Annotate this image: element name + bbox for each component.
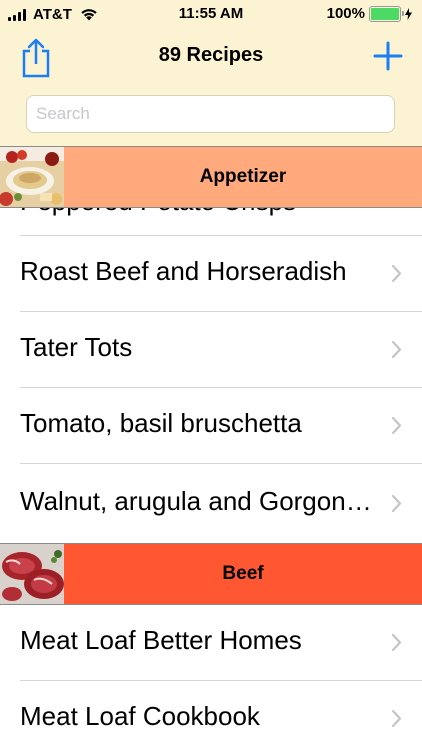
beef-photo <box>0 544 64 604</box>
navigation-bar: 89 Recipes <box>0 30 422 85</box>
chevron-right-icon <box>391 340 402 359</box>
search-bar <box>0 85 422 147</box>
section-header-beef: Beef <box>0 543 422 605</box>
add-recipe-button[interactable] <box>372 40 404 72</box>
charging-bolt-icon <box>405 7 412 20</box>
battery-level-fill <box>371 7 399 20</box>
recipe-title: Meat Loaf Cookbook <box>20 701 260 731</box>
recipe-title: Tater Tots <box>20 332 133 362</box>
battery-icon <box>369 5 404 22</box>
list-item[interactable]: Walnut, arugula and Gorgonzola <box>0 464 422 543</box>
recipe-title: Walnut, arugula and Gorgonzola <box>20 486 372 516</box>
chevron-right-icon <box>391 494 402 513</box>
list-item[interactable]: Tater Tots <box>0 312 422 388</box>
recipe-title: Peppered Potato Crisps <box>20 208 296 217</box>
plus-icon <box>373 41 403 71</box>
battery-percent: 100% <box>326 5 365 22</box>
page-title: 89 Recipes <box>158 44 264 66</box>
section-title: Beef <box>222 563 264 584</box>
appetizer-photo <box>0 147 64 207</box>
recipe-title: Roast Beef and Horseradish <box>20 256 347 286</box>
list-item[interactable]: Meat Loaf Cookbook <box>0 681 422 750</box>
chevron-right-icon <box>391 633 402 652</box>
chevron-right-icon <box>391 264 402 283</box>
chevron-right-icon <box>391 709 402 728</box>
recipe-title: Tomato, basil bruschetta <box>20 408 302 438</box>
status-bar: AT&T 11:55 AM 100% <box>0 0 422 30</box>
list-item[interactable]: Roast Beef and Horseradish <box>0 236 422 312</box>
list-item[interactable]: Peppered Potato Crisps <box>0 208 422 236</box>
list-item[interactable]: Meat Loaf Better Homes <box>0 605 422 681</box>
search-input[interactable] <box>26 95 395 133</box>
section-title: Appetizer <box>199 166 287 187</box>
list-item[interactable]: Tomato, basil bruschetta <box>0 388 422 464</box>
status-right: 100% <box>327 5 412 22</box>
section-header-appetizer: Appetizer <box>0 146 422 208</box>
chevron-right-icon <box>391 416 402 435</box>
recipe-title: Meat Loaf Better Homes <box>20 625 302 655</box>
